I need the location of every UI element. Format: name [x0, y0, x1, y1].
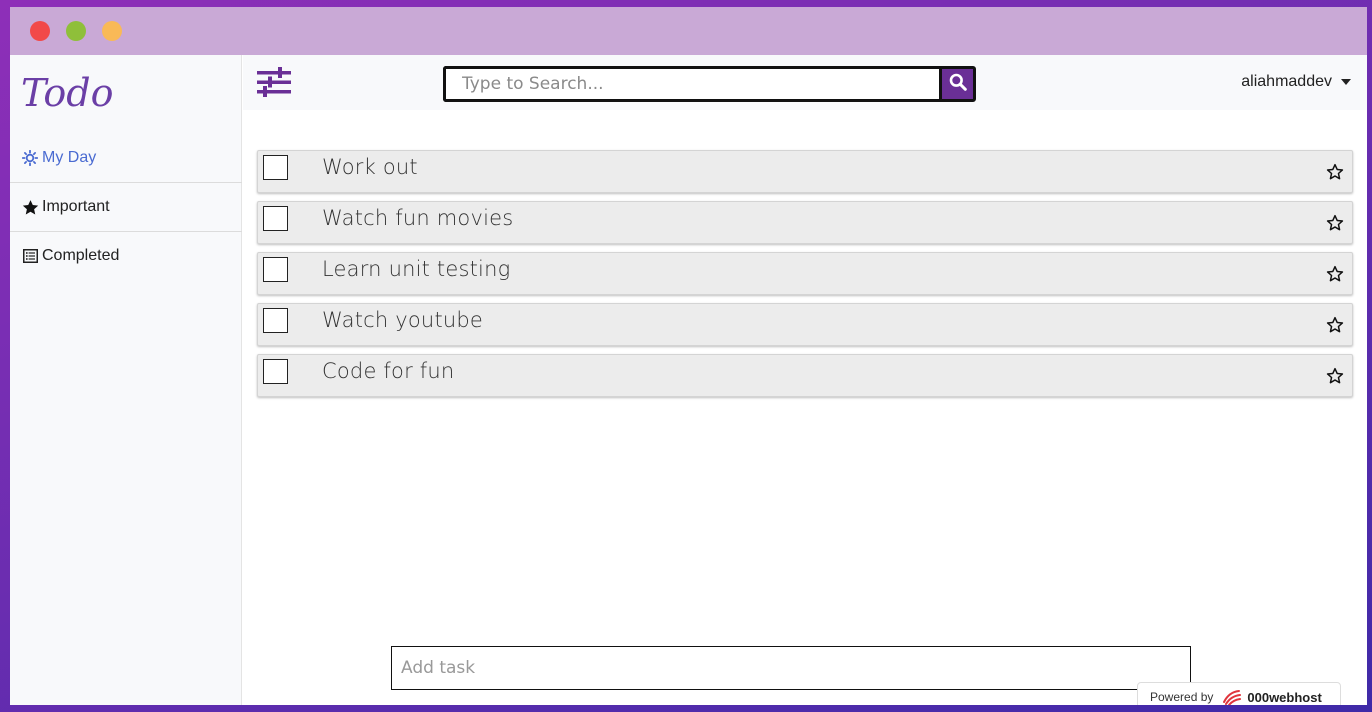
powered-by-label: Powered by — [1150, 690, 1214, 704]
task-title: Watch youtube — [322, 308, 484, 332]
task-checkbox[interactable] — [263, 308, 288, 333]
task-title: Work out — [322, 155, 418, 179]
star-outline-icon[interactable] — [1326, 163, 1344, 181]
webhost-logo-icon — [1221, 688, 1243, 705]
task-title: Code for fun — [322, 359, 455, 383]
window-titlebar — [10, 7, 1367, 55]
search-button[interactable] — [939, 66, 976, 102]
sliders-icon[interactable] — [257, 67, 291, 97]
user-menu[interactable]: aliahmaddev — [1241, 73, 1351, 91]
star-outline-icon[interactable] — [1326, 265, 1344, 283]
star-outline-icon[interactable] — [1326, 367, 1344, 385]
webhost-name: 000webhost — [1247, 689, 1322, 705]
close-window-button[interactable] — [30, 21, 50, 41]
sidebar-item-my-day[interactable]: My Day — [10, 133, 242, 182]
task-item: Watch fun movies — [257, 201, 1353, 244]
username: aliahmaddev — [1241, 73, 1332, 90]
sun-icon — [21, 149, 39, 167]
task-title: Learn unit testing — [322, 257, 511, 281]
star-outline-icon[interactable] — [1326, 316, 1344, 334]
sidebar-item-label: Important — [42, 198, 110, 215]
sidebar-item-important[interactable]: Important — [10, 182, 242, 231]
app-window: Todo My Day Important Completed Type to … — [10, 7, 1367, 705]
add-task-input[interactable] — [391, 646, 1191, 690]
task-item: Code for fun — [257, 354, 1353, 397]
task-title: Watch fun movies — [322, 206, 514, 230]
sidebar-item-completed[interactable]: Completed — [10, 231, 242, 280]
task-checkbox[interactable] — [263, 206, 288, 231]
maximize-window-button[interactable] — [102, 21, 122, 41]
chevron-down-icon — [1341, 79, 1351, 85]
powered-by-badge[interactable]: Powered by 000webhost — [1137, 682, 1341, 705]
task-item: Learn unit testing — [257, 252, 1353, 295]
task-checkbox[interactable] — [263, 155, 288, 180]
list-icon — [21, 247, 39, 265]
star-filled-icon — [21, 198, 39, 216]
minimize-window-button[interactable] — [66, 21, 86, 41]
task-item: Work out — [257, 150, 1353, 193]
task-checkbox[interactable] — [263, 257, 288, 282]
task-checkbox[interactable] — [263, 359, 288, 384]
task-list: Work out Watch fun movies Learn unit tes… — [257, 150, 1353, 405]
star-outline-icon[interactable] — [1326, 214, 1344, 232]
sidebar-item-label: My Day — [42, 148, 97, 166]
sidebar-item-label: Completed — [42, 247, 120, 264]
search-bar — [443, 66, 976, 102]
search-input[interactable] — [443, 66, 939, 102]
task-item: Watch youtube — [257, 303, 1353, 346]
search-icon — [949, 73, 967, 96]
top-bar: aliahmaddev — [243, 55, 1367, 110]
sidebar: Todo My Day Important Completed — [10, 55, 242, 705]
app-logo: Todo — [21, 71, 114, 115]
sidebar-nav: My Day Important Completed — [10, 133, 242, 280]
